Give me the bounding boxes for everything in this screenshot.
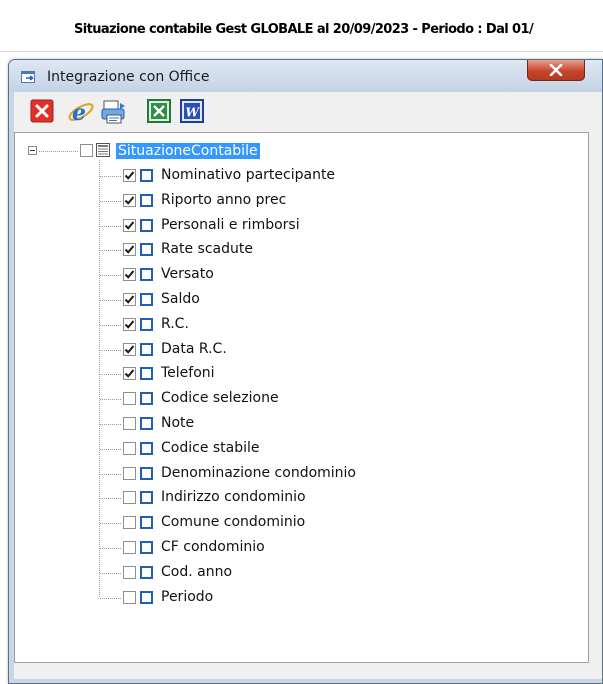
field-icon xyxy=(140,467,153,480)
tree-item-label[interactable]: Versato xyxy=(161,266,214,282)
field-icon xyxy=(140,591,153,604)
tree-connector xyxy=(100,250,122,251)
field-checkbox[interactable] xyxy=(123,467,136,480)
tree-connector xyxy=(100,449,122,450)
svg-text:e: e xyxy=(72,100,86,126)
tree-item-label[interactable]: Rate scadute xyxy=(161,241,253,257)
tree-connector xyxy=(100,201,122,202)
root-checkbox[interactable] xyxy=(80,144,93,157)
field-checkbox[interactable] xyxy=(123,169,136,182)
background-window-titlebar: Situazione contabile Gest GLOBALE al 20/… xyxy=(0,0,603,52)
field-icon xyxy=(140,169,153,182)
field-checkbox[interactable] xyxy=(123,566,136,579)
internet-explorer-icon[interactable]: e xyxy=(67,98,94,126)
close-x-icon xyxy=(549,64,563,76)
tree-connector xyxy=(39,151,79,152)
field-icon xyxy=(140,367,153,380)
field-icon xyxy=(140,219,153,232)
integrazione-office-dialog: Integrazione con Office e W SituazioneCo… xyxy=(8,59,603,684)
field-icon xyxy=(140,293,153,306)
field-checkbox[interactable] xyxy=(123,491,136,504)
svg-text:W: W xyxy=(186,106,201,120)
tree-connector xyxy=(100,350,122,351)
field-icon xyxy=(140,194,153,207)
field-icon xyxy=(140,516,153,529)
field-checkbox[interactable] xyxy=(123,516,136,529)
tree-item-label[interactable]: Periodo xyxy=(161,589,213,605)
field-icon xyxy=(140,541,153,554)
tree-item-label[interactable]: Data R.C. xyxy=(161,341,227,357)
field-checkbox[interactable] xyxy=(123,194,136,207)
tree-connector xyxy=(100,598,122,599)
tree-connector xyxy=(100,474,122,475)
dialog-close-button[interactable] xyxy=(527,60,585,81)
field-checkbox[interactable] xyxy=(123,541,136,554)
fields-tree-view[interactable]: SituazioneContabile Nominativo partecipan… xyxy=(14,132,589,663)
tree-item-label[interactable]: Denominazione condominio xyxy=(161,465,356,481)
field-checkbox[interactable] xyxy=(123,343,136,356)
field-icon xyxy=(140,566,153,579)
field-checkbox[interactable] xyxy=(123,591,136,604)
close-red-x-icon[interactable] xyxy=(29,98,55,124)
field-icon xyxy=(140,442,153,455)
excel-icon[interactable] xyxy=(146,98,172,124)
field-checkbox[interactable] xyxy=(123,243,136,256)
tree-item-label[interactable]: Riporto anno prec xyxy=(161,192,286,208)
dialog-client-area: e W SituazioneContabile Nominativo parte… xyxy=(14,92,602,679)
tree-connector xyxy=(100,573,122,574)
tree-connector xyxy=(100,374,122,375)
field-checkbox[interactable] xyxy=(123,268,136,281)
dialog-title: Integrazione con Office xyxy=(47,69,210,85)
export-arrow-icon xyxy=(21,70,37,84)
tree-connector xyxy=(100,275,122,276)
tree-root-label[interactable]: SituazioneContabile xyxy=(116,143,260,159)
tree-connector xyxy=(100,325,122,326)
tree-item-label[interactable]: Nominativo partecipante xyxy=(161,167,335,183)
field-checkbox[interactable] xyxy=(123,293,136,306)
field-checkbox[interactable] xyxy=(123,392,136,405)
tree-item-label[interactable]: CF condominio xyxy=(161,539,265,555)
tree-item-label[interactable]: Cod. anno xyxy=(161,564,232,580)
field-icon xyxy=(140,243,153,256)
tree-connector xyxy=(100,399,122,400)
field-icon xyxy=(140,268,153,281)
background-window-title: Situazione contabile Gest GLOBALE al 20/… xyxy=(74,22,534,37)
tree-item-label[interactable]: Codice stabile xyxy=(161,440,260,456)
tree-connector xyxy=(100,498,122,499)
tree-connector xyxy=(100,548,122,549)
tree-item-label[interactable]: Saldo xyxy=(161,291,200,307)
tree-collapse-icon[interactable] xyxy=(28,146,37,155)
field-checkbox[interactable] xyxy=(123,442,136,455)
tree-item-label[interactable]: Personali e rimborsi xyxy=(161,217,300,233)
field-icon xyxy=(140,491,153,504)
status-bar xyxy=(14,671,602,679)
field-checkbox[interactable] xyxy=(123,367,136,380)
field-checkbox[interactable] xyxy=(123,417,136,430)
export-print-icon[interactable] xyxy=(100,98,126,124)
field-checkbox[interactable] xyxy=(123,318,136,331)
tree-item-label[interactable]: R.C. xyxy=(161,316,189,332)
tree-item-label[interactable]: Indirizzo condominio xyxy=(161,489,306,505)
field-icon xyxy=(140,392,153,405)
table-node-icon xyxy=(96,143,110,157)
tree-item-label[interactable]: Note xyxy=(161,415,194,431)
field-icon xyxy=(140,343,153,356)
tree-connector xyxy=(100,176,122,177)
tree-connector xyxy=(100,424,122,425)
tree-connector xyxy=(100,300,122,301)
tree-connector xyxy=(100,226,122,227)
toolbar: e W xyxy=(14,92,602,132)
tree-item-label[interactable]: Codice selezione xyxy=(161,390,279,406)
field-icon xyxy=(140,318,153,331)
tree-item-label[interactable]: Comune condominio xyxy=(161,514,305,530)
tree-connector xyxy=(100,523,122,524)
field-icon xyxy=(140,417,153,430)
dialog-titlebar[interactable]: Integrazione con Office xyxy=(9,60,602,92)
tree-item-label[interactable]: Telefoni xyxy=(161,365,215,381)
field-checkbox[interactable] xyxy=(123,219,136,232)
word-icon[interactable]: W xyxy=(179,98,205,124)
